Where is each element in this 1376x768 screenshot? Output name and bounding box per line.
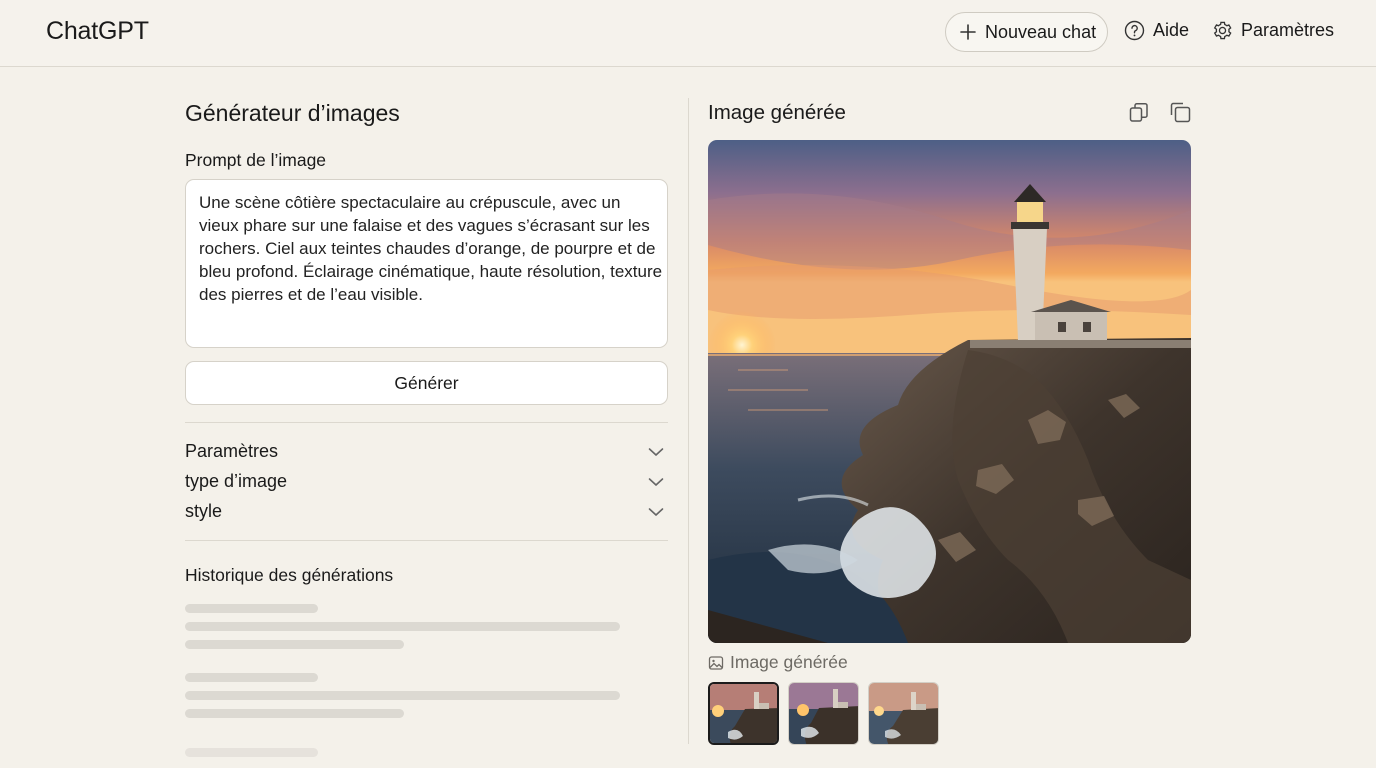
gear-icon — [1212, 20, 1233, 41]
accordion-settings[interactable]: Paramètres — [185, 438, 668, 464]
history-skeleton-line — [185, 709, 404, 718]
help-link[interactable]: Aide — [1124, 20, 1189, 41]
copy-icon[interactable] — [1129, 102, 1149, 128]
history-skeleton-line — [185, 748, 318, 757]
accordion-image-type-label: type d’image — [185, 470, 288, 491]
new-chat-button[interactable]: Nouveau chat — [945, 12, 1108, 52]
thumbnail-1[interactable] — [708, 682, 779, 745]
history-skeleton-line — [185, 673, 318, 682]
accordion-image-type[interactable]: type d’image — [185, 468, 668, 494]
lighthouse-scene — [708, 140, 1191, 643]
settings-label: Paramètres — [1241, 20, 1335, 40]
thumbnail-2[interactable] — [788, 682, 859, 745]
prompt-textarea[interactable]: Une scène côtière spectaculaire au crépu… — [185, 179, 668, 348]
accordion-style-label: style — [185, 500, 223, 521]
chevron-down-icon — [648, 501, 664, 522]
generate-button[interactable]: Générer — [185, 361, 668, 405]
new-chat-label: Nouveau chat — [985, 21, 1097, 42]
generated-image[interactable] — [708, 140, 1191, 643]
top-bar: ChatGPT Nouveau chat Aide Paramètres — [0, 0, 1376, 67]
image-icon — [708, 655, 724, 671]
generator-title: Générateur d’images — [185, 100, 400, 126]
history-skeleton-line — [185, 691, 620, 700]
accordion-style[interactable]: style — [185, 498, 668, 524]
panel-separator — [688, 98, 689, 744]
image-caption-text: Image générée — [730, 652, 848, 672]
divider — [185, 540, 668, 541]
settings-link[interactable]: Paramètres — [1212, 20, 1334, 41]
duplicate-icon[interactable] — [1170, 102, 1191, 128]
prompt-label: Prompt de l’image — [185, 150, 327, 170]
help-circle-icon — [1124, 20, 1145, 41]
image-caption: Image générée — [708, 652, 848, 673]
app-title: ChatGPT — [46, 17, 149, 45]
help-label: Aide — [1153, 20, 1190, 40]
plus-icon — [960, 24, 976, 40]
thumbnail-3[interactable] — [868, 682, 939, 745]
divider — [185, 422, 668, 423]
history-skeleton-line — [185, 604, 318, 613]
accordion-settings-label: Paramètres — [185, 440, 279, 461]
history-title: Historique des générations — [185, 565, 394, 585]
result-title: Image générée — [708, 101, 846, 124]
chevron-down-icon — [648, 471, 664, 492]
history-skeleton-line — [185, 622, 620, 631]
history-skeleton-line — [185, 640, 404, 649]
chevron-down-icon — [648, 441, 664, 462]
